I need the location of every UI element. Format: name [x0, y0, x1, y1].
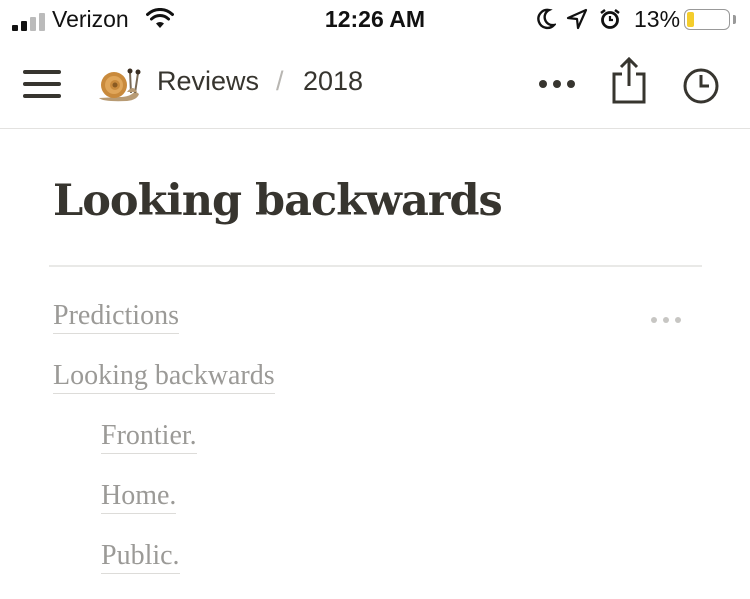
- battery-icon: [684, 9, 730, 30]
- location-arrow-icon: [566, 8, 588, 30]
- do-not-disturb-moon-icon: [537, 8, 556, 30]
- page-title: Looking backwards: [53, 176, 503, 226]
- page-link-public[interactable]: Public.: [101, 540, 180, 574]
- breadcrumb-item-reviews[interactable]: Reviews: [157, 66, 259, 97]
- status-bar: Verizon 12:26 AM 13%: [0, 0, 750, 40]
- battery-level-fill: [687, 12, 694, 27]
- title-divider: [49, 265, 702, 267]
- more-options-icon[interactable]: [537, 78, 577, 90]
- row-more-options-icon[interactable]: [650, 316, 682, 324]
- breadcrumb-separator: /: [276, 66, 284, 96]
- page-link-home[interactable]: Home.: [101, 480, 177, 514]
- page-history-clock-icon[interactable]: [681, 66, 721, 106]
- page-link-frontier[interactable]: Frontier.: [101, 420, 197, 454]
- alarm-clock-icon: [600, 9, 620, 29]
- top-navigation-bar: Reviews / 2018: [0, 40, 750, 129]
- battery-terminal: [733, 15, 736, 24]
- sidebar-menu-button[interactable]: [23, 68, 61, 100]
- page-link-looking-backwards[interactable]: Looking backwards: [53, 360, 275, 394]
- page-link-predictions[interactable]: Predictions: [53, 300, 179, 334]
- battery-percentage: 13%: [634, 6, 681, 32]
- snail-emoji-icon: [99, 68, 141, 102]
- share-icon[interactable]: [609, 56, 649, 104]
- breadcrumb-item-2018[interactable]: 2018: [303, 66, 363, 97]
